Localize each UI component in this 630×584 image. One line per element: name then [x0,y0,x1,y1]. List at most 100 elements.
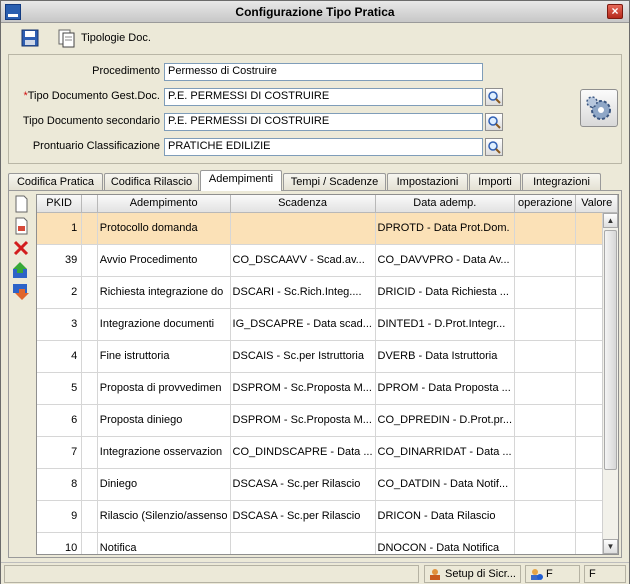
cell-pkid: 4 [37,340,83,373]
scroll-down-arrow[interactable]: ▼ [603,539,618,554]
col-valore[interactable]: Valore [575,195,618,213]
col-blank[interactable] [81,195,98,213]
cell-scadenza: CO_DINDSCAPRE - Data ... [230,436,376,469]
tipo-documento-label: *Tipo Documento Gest.Doc. [23,90,160,102]
cell-scadenza: DSCASA - Sc.per Rilascio [230,500,376,533]
delete-row-button[interactable] [12,239,30,257]
table-row[interactable]: 4 Fine istruttoria DSCAIS - Sc.per Istrutt… [37,340,618,373]
cell-adempimento: Notifica [97,532,231,554]
tab-importi[interactable]: Importi [469,173,521,191]
table-row[interactable]: 7 Integrazione osservazion CO_DINDSCAPRE -… [37,436,618,469]
procedimento-field[interactable]: Permesso di Costruire [164,63,483,81]
tab-adempimenti[interactable]: Adempimenti [200,170,282,191]
delete-icon [13,240,29,256]
table-row[interactable]: 39 Avvio Procedimento CO_DSCAAVV - Scad.av… [37,244,618,277]
adempimenti-grid[interactable]: PKID Adempimento Scadenza Data ademp. op… [36,194,619,555]
end-status: F [584,565,626,583]
move-down-button[interactable] [12,283,30,301]
table-row[interactable]: 1 Protocollo domanda DPROTD - Data Prot.Do… [37,212,618,245]
cell-adempimento: Rilascio (Silenzio/assenso [97,500,231,533]
prontuario-field[interactable]: PRATICHE EDILIZIE [164,138,483,156]
cell-adempimento: Proposta di provvedimen [97,372,231,405]
row-actions [12,195,32,305]
tipologie-doc-label: Tipologie Doc. [81,32,151,44]
tab-strip: Codifica Pratica Codifica Rilascio Ademp… [8,170,622,191]
table-row[interactable]: 9 Rilascio (Silenzio/assenso DSCASA - Sc.p… [37,500,618,533]
cell-adempimento: Fine istruttoria [97,340,231,373]
adempimenti-panel: PKID Adempimento Scadenza Data ademp. op… [8,190,622,558]
table-row[interactable]: 6 Proposta diniego DSPROM - Sc.Proposta M.… [37,404,618,437]
documents-icon [58,29,75,48]
col-scadenza[interactable]: Scadenza [230,195,376,213]
vertical-scrollbar[interactable]: ▲ ▼ [602,213,618,554]
user-flag: F [546,568,553,580]
move-up-button[interactable] [12,261,30,279]
settings-button[interactable] [580,89,618,127]
cell-pkid: 39 [37,244,83,277]
cell-adempimento: Avvio Procedimento [97,244,231,277]
status-bar: Setup di Sicr... F F [1,562,629,584]
cell-adempimento: Diniego [97,468,231,501]
cell-data-ademp: DRICON - Data Rilascio [375,500,516,533]
edit-row-button[interactable] [12,217,30,235]
cell-data-ademp: DINTED1 - D.Prot.Integr... [375,308,516,341]
tab-integrazioni[interactable]: Integrazioni [522,173,601,191]
table-row[interactable]: 2 Richiesta integrazione do DSCARI - Sc.Ri… [37,276,618,309]
setup-label: Setup di Sicr... [445,568,516,580]
cell-pkid: 5 [37,372,83,405]
col-pkid[interactable]: PKID [37,195,83,213]
search-icon [488,116,501,129]
cell-pkid: 7 [37,436,83,469]
cell-scadenza [230,532,376,554]
cell-data-ademp: DNOCON - Data Notifica [375,532,516,554]
col-data-ademp[interactable]: Data ademp. [375,195,516,213]
window-title: Configurazione Tipo Pratica [235,5,395,19]
table-row[interactable]: 8 Diniego DSCASA - Sc.per Rilascio CO_DATDI… [37,468,618,501]
col-operazione[interactable]: operazione [514,195,577,213]
config-window: Configurazione Tipo Pratica × Tipologie … [0,0,630,584]
status-message [4,565,419,583]
tipo-documento-secondario-field[interactable]: P.E. PERMESSI DI COSTRUIRE [164,113,483,131]
cell-scadenza: DSPROM - Sc.Proposta M... [230,372,376,405]
cell-adempimento: Integrazione osservazion [97,436,231,469]
save-button[interactable] [21,29,39,47]
cell-adempimento: Richiesta integrazione do [97,276,231,309]
tipo-documento-field[interactable]: P.E. PERMESSI DI COSTRUIRE [164,88,483,106]
tipologie-doc-button[interactable]: Tipologie Doc. [57,27,151,49]
search-icon [488,91,501,104]
grid-header: PKID Adempimento Scadenza Data ademp. op… [37,195,618,213]
table-row[interactable]: 10 Notifica DNOCON - Data Notifica [37,532,618,554]
setup-icon [430,569,440,580]
scroll-up-arrow[interactable]: ▲ [603,213,618,228]
tab-codifica-pratica[interactable]: Codifica Pratica [8,173,103,191]
cell-data-ademp: CO_DAVVPRO - Data Av... [375,244,516,277]
table-row[interactable]: 5 Proposta di provvedimen DSPROM - Sc.Prop… [37,372,618,405]
tipo-documento-secondario-lookup-button[interactable] [485,113,503,131]
col-adempimento[interactable]: Adempimento [97,195,231,213]
tipo-documento-lookup-button[interactable] [485,88,503,106]
setup-status[interactable]: Setup di Sicr... [424,565,521,583]
table-row[interactable]: 3 Integrazione documenti IG_DSCAPRE - Data… [37,308,618,341]
new-document-icon [15,195,28,213]
cell-data-ademp: DRICID - Data Richiesta ... [375,276,516,309]
scroll-thumb[interactable] [604,230,617,470]
cell-scadenza: DSCARI - Sc.Rich.Integ.... [230,276,376,309]
title-bar: Configurazione Tipo Pratica × [1,1,629,23]
cell-scadenza [230,212,376,245]
cell-data-ademp: DVERB - Data Istruttoria [375,340,516,373]
new-row-button[interactable] [12,195,30,213]
cell-data-ademp: CO_DINARRIDAT - Data ... [375,436,516,469]
gear-icon [586,96,611,120]
close-button[interactable]: × [607,4,623,19]
cell-pkid: 6 [37,404,83,437]
toolbar: Tipologie Doc. [1,24,629,52]
prontuario-lookup-button[interactable] [485,138,503,156]
cell-pkid: 3 [37,308,83,341]
tab-tempi-scadenze[interactable]: Tempi / Scadenze [283,173,386,191]
tab-impostazioni[interactable]: Impostazioni [387,173,468,191]
search-icon [488,141,501,154]
cell-pkid: 1 [37,212,83,245]
cell-scadenza: DSCAIS - Sc.per Istruttoria [230,340,376,373]
cell-data-ademp: DPROM - Data Proposta ... [375,372,516,405]
tab-codifica-rilascio[interactable]: Codifica Rilascio [104,173,199,191]
